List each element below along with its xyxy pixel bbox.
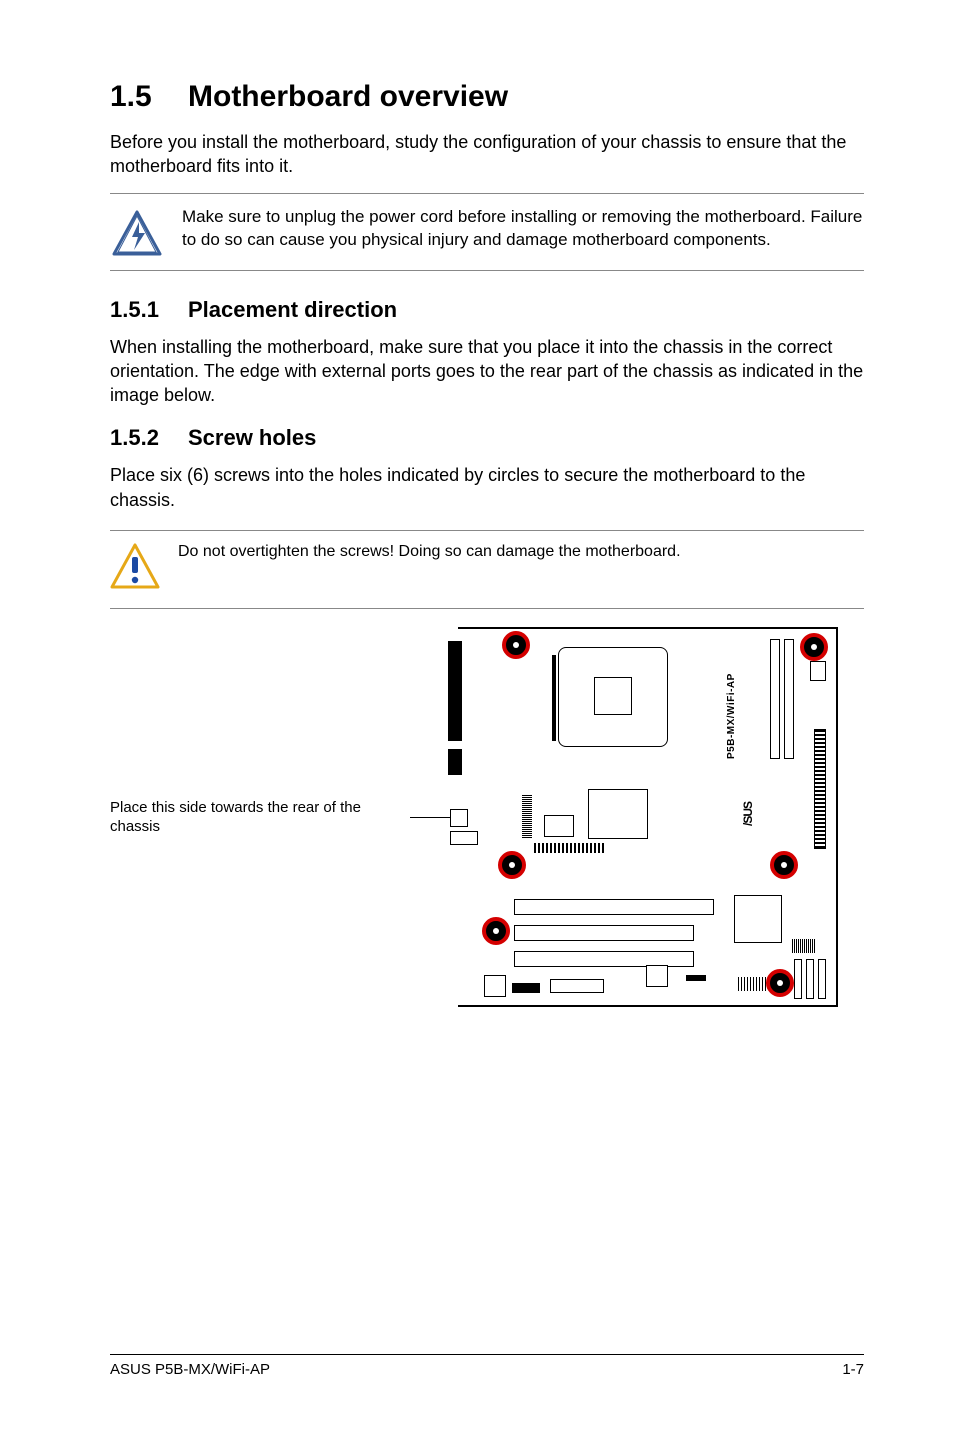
diagram-caption: Place this side towards the rear of the … (110, 798, 410, 837)
section-title: Motherboard overview (188, 80, 508, 113)
board-model-label: P5B-MX/WiFi-AP (726, 673, 737, 759)
subsection1-title: Placement direction (188, 297, 397, 322)
subsection-heading-placement: 1.5.1Placement direction (110, 297, 864, 323)
rear-jack (450, 809, 468, 827)
small-header (810, 661, 826, 681)
diagram-row: Place this side towards the rear of the … (110, 627, 864, 1007)
chip (484, 975, 506, 997)
subsection2-number: 1.5.2 (110, 425, 188, 451)
footer-right: 1-7 (842, 1361, 864, 1378)
screw-hole (502, 631, 530, 659)
subsection2-body: Place six (6) screws into the holes indi… (110, 463, 864, 512)
ide-header (534, 843, 606, 853)
dimm-slot (770, 639, 780, 759)
rear-jack (450, 831, 478, 845)
power-warning-callout: Make sure to unplug the power cord befor… (110, 193, 864, 271)
connector (512, 983, 540, 993)
icon-column (110, 206, 164, 256)
dimm-slot (784, 639, 794, 759)
sata (818, 959, 826, 999)
cpu-socket (594, 677, 632, 715)
section-number: 1.5 (110, 80, 188, 114)
socket-lever (552, 655, 556, 741)
sata (794, 959, 802, 999)
caution-icon (110, 543, 160, 589)
small-chip (646, 965, 668, 987)
small-header (792, 939, 816, 953)
overtighten-callout: Do not overtighten the screws! Doing so … (110, 530, 864, 609)
pci-slot (514, 899, 714, 915)
motherboard-diagram: /SUS P5B-MX/WiFi-AP (458, 627, 838, 1007)
subsection-heading-screw: 1.5.2Screw holes (110, 425, 864, 451)
screw-hole (800, 633, 828, 661)
icon-column (110, 543, 160, 594)
asus-logo: /SUS (741, 802, 755, 826)
rear-io-shield (448, 641, 462, 741)
screw-hole (498, 851, 526, 879)
power-warning-text: Make sure to unplug the power cord befor… (182, 206, 864, 256)
small-header (686, 975, 706, 981)
lightning-triangle-icon (112, 210, 162, 256)
sata (806, 959, 814, 999)
screw-hole (766, 969, 794, 997)
header (522, 819, 532, 839)
atx-power (814, 729, 826, 849)
front-panel (738, 977, 766, 991)
footer-left: ASUS P5B-MX/WiFi-AP (110, 1361, 270, 1378)
page-footer: ASUS P5B-MX/WiFi-AP 1-7 (110, 1354, 864, 1378)
southbridge (734, 895, 782, 943)
small-chip (544, 815, 574, 837)
overtighten-text: Do not overtighten the screws! Doing so … (178, 543, 681, 594)
section-intro: Before you install the motherboard, stud… (110, 130, 864, 179)
screw-hole (482, 917, 510, 945)
pcie-slot (514, 925, 694, 941)
subsection2-title: Screw holes (188, 425, 316, 450)
northbridge (588, 789, 648, 839)
connector (550, 979, 604, 993)
rear-port (448, 749, 462, 775)
screw-hole (770, 851, 798, 879)
section-heading: 1.5Motherboard overview (110, 80, 864, 114)
subsection1-number: 1.5.1 (110, 297, 188, 323)
subsection1-body: When installing the motherboard, make su… (110, 335, 864, 408)
